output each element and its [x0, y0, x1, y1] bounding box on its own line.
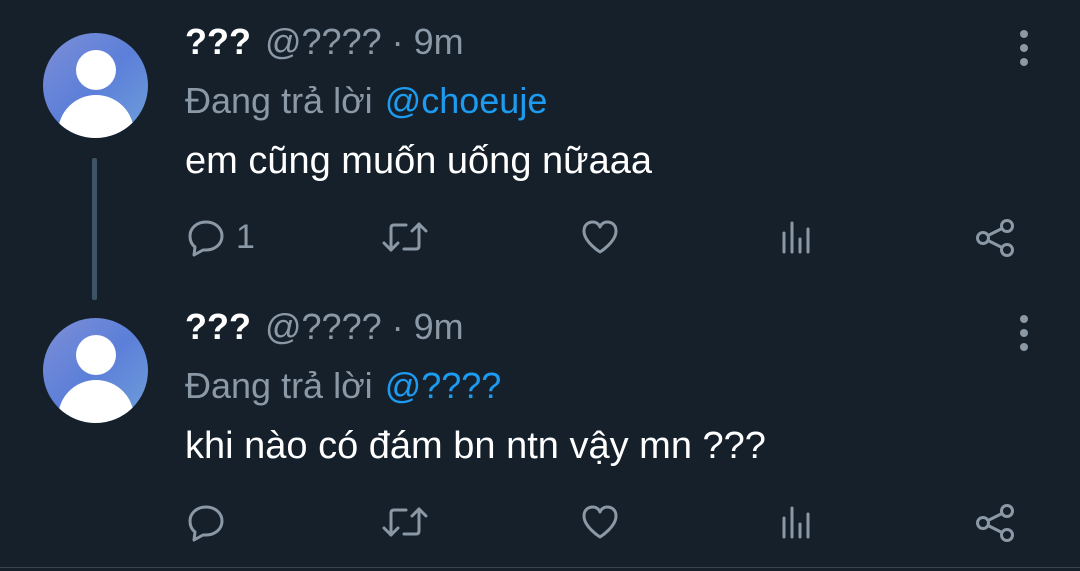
like-button[interactable] [580, 212, 620, 262]
avatar-head [76, 335, 116, 375]
tweet[interactable]: ??? @???? · 9m Đang trả lời @???? khi nà… [0, 285, 1080, 570]
timestamp[interactable]: 9m [414, 21, 464, 63]
views-button[interactable] [778, 212, 818, 262]
retweet-icon [382, 507, 428, 537]
share-button[interactable] [974, 497, 1018, 547]
tweet-actions [0, 497, 1080, 547]
user-handle[interactable]: @???? [265, 306, 382, 348]
views-icon [782, 506, 810, 539]
retweet-button[interactable] [382, 497, 428, 547]
display-name[interactable]: ??? [185, 306, 251, 348]
tweet-text: em cũng muốn uống nữaaa [185, 140, 652, 182]
share-icon [976, 219, 1014, 257]
avatar[interactable] [43, 318, 148, 423]
replying-to-label: Đang trả lời [185, 365, 373, 406]
reply-button[interactable] [186, 497, 236, 547]
like-button[interactable] [580, 497, 620, 547]
tweet-header: ??? @???? · 9m [185, 303, 464, 351]
reply-icon [188, 220, 224, 257]
tweet-text: khi nào có đám bn ntn vậy mn ??? [185, 425, 766, 467]
bottom-divider [0, 567, 1080, 568]
reply-button[interactable]: 1 [186, 212, 255, 262]
user-handle[interactable]: @???? [265, 21, 382, 63]
avatar-body [58, 380, 134, 423]
more-vertical-icon[interactable] [1017, 315, 1031, 351]
tweet-actions: 1 [0, 212, 1080, 262]
replying-to: Đang trả lời @choeuje [185, 78, 547, 124]
retweet-icon [382, 222, 428, 252]
reply-icon [188, 505, 224, 542]
avatar-head [76, 50, 116, 90]
replying-to: Đang trả lời @???? [185, 363, 501, 409]
separator-dot: · [391, 21, 404, 62]
replying-to-mention[interactable]: @???? [385, 365, 502, 407]
tweet-header: ??? @???? · 9m [185, 18, 464, 66]
reply-count: 1 [236, 217, 255, 256]
avatar-body [58, 95, 134, 138]
share-button[interactable] [974, 212, 1018, 262]
tweet[interactable]: ??? @???? · 9m Đang trả lời @choeuje em … [0, 0, 1080, 300]
heart-icon [582, 505, 618, 539]
views-button[interactable] [778, 497, 818, 547]
share-icon [976, 504, 1014, 542]
avatar[interactable] [43, 33, 148, 138]
views-icon [782, 221, 810, 254]
more-vertical-icon[interactable] [1017, 30, 1031, 66]
separator-dot: · [391, 306, 404, 347]
timestamp[interactable]: 9m [414, 306, 464, 348]
retweet-button[interactable] [382, 212, 428, 262]
replying-to-mention[interactable]: @choeuje [385, 80, 548, 122]
display-name[interactable]: ??? [185, 21, 251, 63]
heart-icon [582, 220, 618, 254]
replying-to-label: Đang trả lời [185, 80, 373, 121]
